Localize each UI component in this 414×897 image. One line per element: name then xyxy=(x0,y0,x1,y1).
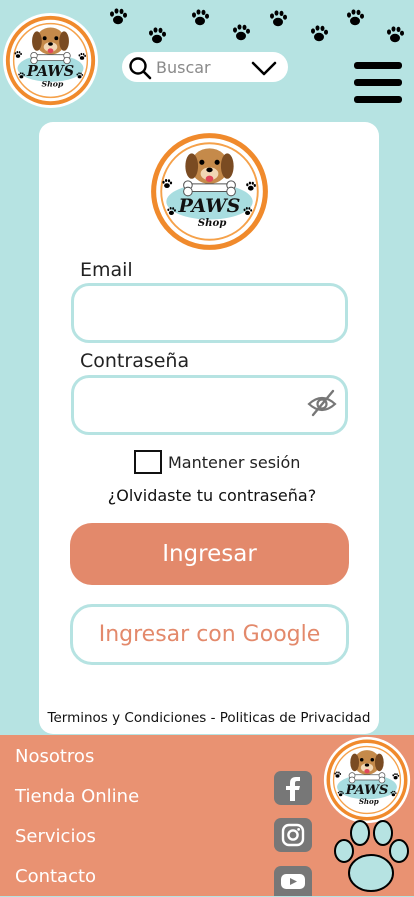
paws-shop-logo[interactable] xyxy=(2,12,99,109)
remember-label: Mantener sesión xyxy=(168,453,301,472)
forgot-password-link[interactable]: ¿Olvidaste tu contraseña? xyxy=(0,486,414,505)
footer-link-nosotros[interactable]: Nosotros xyxy=(15,746,94,767)
footer-link-servicios[interactable]: Servicios xyxy=(15,826,96,847)
search-input[interactable]: Buscar xyxy=(156,58,211,77)
paw-print-icon xyxy=(110,8,127,25)
email-field[interactable] xyxy=(71,283,348,343)
paw-print-icon xyxy=(347,9,364,26)
email-label: Email xyxy=(80,259,133,281)
search-icon xyxy=(129,57,152,80)
paws-shop-logo xyxy=(146,128,273,255)
paw-print-icon xyxy=(270,10,287,27)
paw-print-icon xyxy=(387,26,404,43)
menu-bar xyxy=(354,62,402,69)
menu-icon[interactable] xyxy=(354,62,402,104)
footer-link-contacto[interactable]: Contacto xyxy=(15,866,96,887)
forgot-password-label: ¿Olvidaste tu contraseña? xyxy=(107,486,317,505)
password-label: Contraseña xyxy=(80,350,190,372)
youtube-icon[interactable] xyxy=(274,866,312,896)
login-button[interactable]: Ingresar xyxy=(70,523,349,585)
paw-print-icon xyxy=(192,9,209,26)
paw-print-icon xyxy=(334,820,409,892)
instagram-icon[interactable] xyxy=(274,818,312,852)
login-button-label: Ingresar xyxy=(162,541,257,567)
paws-shop-logo xyxy=(323,736,411,824)
terms-link[interactable]: Terminos y Condiciones - Politicas de Pr… xyxy=(39,710,379,726)
remember-checkbox[interactable] xyxy=(134,450,162,474)
facebook-icon[interactable] xyxy=(274,771,312,805)
eye-off-icon[interactable] xyxy=(306,388,338,418)
menu-bar xyxy=(354,96,402,103)
paw-print-icon xyxy=(311,25,328,42)
menu-bar xyxy=(354,79,402,86)
paw-print-icon xyxy=(149,27,166,44)
google-login-label: Ingresar con Google xyxy=(98,622,321,647)
footer-link-tienda-online[interactable]: Tienda Online xyxy=(15,786,139,807)
chevron-down-icon[interactable] xyxy=(251,61,277,77)
google-login-button[interactable]: Ingresar con Google xyxy=(70,604,349,665)
paw-print-icon xyxy=(233,24,250,41)
